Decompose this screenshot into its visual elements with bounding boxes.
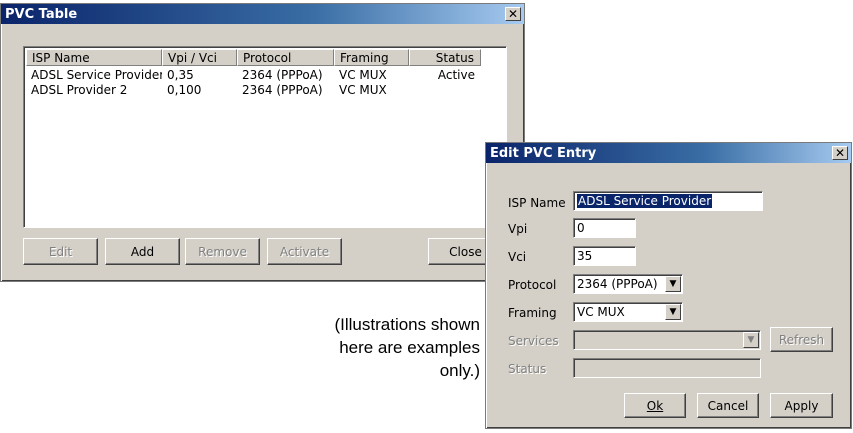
services-label: Services	[508, 334, 559, 348]
framing-value: VC MUX	[577, 305, 625, 319]
cell-framing: VC MUX	[339, 83, 387, 97]
isp-name-label: ISP Name	[508, 196, 566, 210]
ok-button[interactable]: Ok	[624, 393, 686, 418]
table-row[interactable]: ADSL Service Provider 0,35 2364 (PPPoA) …	[26, 68, 481, 83]
column-header-framing[interactable]: Framing	[334, 49, 409, 66]
cancel-button[interactable]: Cancel	[697, 393, 759, 418]
column-header-protocol[interactable]: Protocol	[237, 49, 334, 66]
edit-pvc-entry-dialog: Edit PVC Entry ✕ ISP Name ADSL Service P…	[485, 142, 852, 429]
add-button[interactable]: Add	[105, 238, 180, 265]
cell-isp-name: ADSL Provider 2	[31, 83, 128, 97]
vpi-label: Vpi	[508, 222, 528, 236]
illustration-caption: (Illustrations shown here are examples o…	[334, 315, 480, 380]
services-dropdown[interactable]: ▼	[573, 330, 761, 350]
cell-framing: VC MUX	[339, 68, 387, 82]
isp-name-value: ADSL Service Provider	[577, 194, 713, 208]
cell-vpi-vci: 0,100	[167, 83, 202, 97]
vpi-input[interactable]: 0	[573, 218, 636, 238]
pvc-table-window: PVC Table ✕ ISP Name Vpi / Vci Protocol …	[0, 3, 525, 282]
framing-label: Framing	[508, 306, 557, 320]
pvc-table-title: PVC Table	[5, 6, 78, 22]
remove-button[interactable]: Remove	[185, 238, 260, 265]
cell-vpi-vci: 0,35	[167, 68, 194, 82]
pvc-list[interactable]: ISP Name Vpi / Vci Protocol Framing Stat…	[23, 46, 507, 228]
cell-status: Active	[437, 68, 475, 82]
edit-dialog-title: Edit PVC Entry	[490, 145, 597, 161]
status-label: Status	[508, 362, 547, 376]
activate-button[interactable]: Activate	[267, 238, 342, 265]
protocol-label: Protocol	[508, 278, 557, 292]
cell-protocol: 2364 (PPPoA)	[242, 83, 323, 97]
chevron-down-icon[interactable]: ▼	[665, 304, 681, 320]
ok-button-label: Ok	[646, 398, 664, 413]
refresh-button[interactable]: Refresh	[770, 327, 833, 352]
chevron-down-icon[interactable]: ▼	[743, 332, 759, 348]
column-header-status[interactable]: Status	[409, 49, 481, 66]
close-icon[interactable]: ✕	[832, 146, 848, 160]
apply-button[interactable]: Apply	[770, 393, 833, 418]
edit-button[interactable]: Edit	[23, 238, 98, 265]
column-header-isp-name[interactable]: ISP Name	[26, 49, 162, 66]
column-header-vpi-vci[interactable]: Vpi / Vci	[162, 49, 237, 66]
framing-dropdown[interactable]: VC MUX ▼	[573, 302, 683, 322]
cell-protocol: 2364 (PPPoA)	[242, 68, 323, 82]
cell-isp-name: ADSL Service Provider	[31, 68, 162, 82]
status-field	[573, 358, 761, 378]
pvc-list-header: ISP Name Vpi / Vci Protocol Framing Stat…	[26, 49, 481, 66]
edit-dialog-titlebar[interactable]: Edit PVC Entry ✕	[486, 143, 851, 163]
pvc-table-titlebar[interactable]: PVC Table ✕	[1, 4, 524, 24]
vci-label: Vci	[508, 250, 527, 264]
isp-name-input[interactable]: ADSL Service Provider	[573, 191, 763, 211]
chevron-down-icon[interactable]: ▼	[665, 276, 681, 292]
close-icon[interactable]: ✕	[505, 7, 521, 21]
cell-status	[409, 83, 481, 98]
protocol-dropdown[interactable]: 2364 (PPPoA) ▼	[573, 274, 683, 294]
protocol-value: 2364 (PPPoA)	[577, 277, 658, 291]
vci-input[interactable]: 35	[573, 246, 636, 266]
table-row[interactable]: ADSL Provider 2 0,100 2364 (PPPoA) VC MU…	[26, 83, 481, 98]
